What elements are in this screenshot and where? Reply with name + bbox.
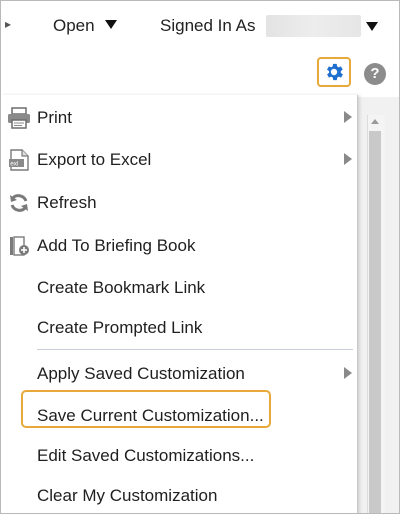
menu-item-label: Clear My Customization [37,486,218,505]
submenu-arrow-icon [344,153,352,165]
menu-item-label: Create Prompted Link [37,318,203,337]
user-menu-chevron-down-icon[interactable] [366,22,378,31]
scrollbar-thumb[interactable] [369,131,381,513]
menu-item-add-to-briefing-book[interactable]: Add To Briefing Book [1,225,357,265]
menu-item-edit-saved-customizations[interactable]: Edit Saved Customizations... [1,435,357,475]
menu-item-label: Create Bookmark Link [37,278,206,297]
page-toolbar: ? [1,51,399,95]
page-options-menu: Print exl Export to Excel Refresh Add To… [1,95,358,513]
menu-item-clear-my-customization[interactable]: Clear My Customization [1,475,357,513]
menu-item-create-prompted-link[interactable]: Create Prompted Link [1,307,357,347]
printer-icon [8,107,30,129]
menu-item-export-to-excel[interactable]: exl Export to Excel [1,139,357,179]
refresh-icon [10,194,28,212]
menu-item-label: Refresh [37,193,97,212]
menu-item-print[interactable]: Print [1,97,357,137]
application-frame: ▸ Open Signed In As ? Print exl Export t… [0,0,400,514]
menu-item-create-bookmark-link[interactable]: Create Bookmark Link [1,267,357,307]
menu-separator [37,349,353,350]
menu-item-apply-saved-customization[interactable]: Apply Saved Customization [1,353,357,393]
top-bar: ▸ Open Signed In As [1,1,399,52]
open-menu-button[interactable]: Open [53,16,117,36]
overflow-caret-icon[interactable]: ▸ [5,17,11,31]
menu-item-save-current-customization[interactable]: Save Current Customization... [1,395,357,435]
menu-item-label: Apply Saved Customization [37,364,245,383]
menu-item-label: Export to Excel [37,150,152,169]
menu-item-refresh[interactable]: Refresh [1,182,357,222]
submenu-arrow-icon [344,111,352,123]
menu-item-label: Add To Briefing Book [37,236,196,255]
excel-icon: exl [9,149,29,171]
submenu-arrow-icon [344,367,352,379]
briefing-book-icon [10,236,29,256]
page-options-button[interactable] [317,57,351,87]
chevron-down-icon [104,20,117,29]
menu-item-label: Save Current Customization... [37,406,264,425]
user-name-redacted[interactable] [266,15,361,37]
help-icon[interactable]: ? [364,63,386,85]
signed-in-label: Signed In As [160,16,256,35]
menu-item-label: Print [37,108,72,127]
gear-icon [327,63,343,81]
svg-text:exl: exl [10,161,19,168]
menu-item-label: Edit Saved Customizations... [37,446,255,465]
scroll-up-arrow-icon[interactable] [371,119,379,124]
open-menu-label: Open [53,16,95,35]
